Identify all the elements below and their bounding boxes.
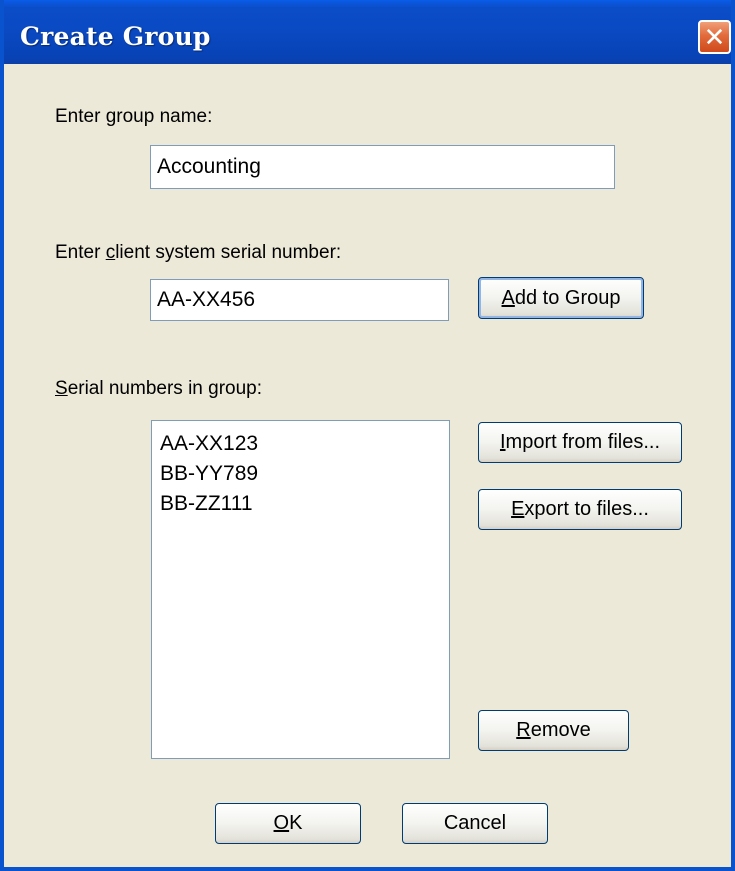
window-title: Create Group xyxy=(20,22,211,51)
serial-number-value: AA-XX456 xyxy=(157,288,256,311)
add-to-group-button[interactable]: Add to Group xyxy=(478,277,644,319)
export-to-files-button[interactable]: Export to files... xyxy=(478,489,682,530)
serial-list-label: Serial numbers in group: xyxy=(55,378,263,399)
serial-number-label-mnemonic: c xyxy=(105,242,116,263)
close-icon: ✕ xyxy=(703,22,726,52)
create-group-dialog: Create Group ✕ Enter group name: Account… xyxy=(0,0,735,871)
serial-number-label: Enter client system serial number: xyxy=(55,242,342,263)
serial-numbers-listbox[interactable]: AA-XX123 BB-YY789 BB-ZZ111 xyxy=(151,420,450,759)
group-name-value: Accounting xyxy=(157,155,261,178)
close-button[interactable]: ✕ xyxy=(698,20,731,54)
group-name-label: Enter group name: xyxy=(55,106,213,127)
group-name-label-mnemonic: g xyxy=(105,106,117,127)
import-from-files-button[interactable]: Import from files... xyxy=(478,422,682,463)
cancel-button[interactable]: Cancel xyxy=(402,803,548,844)
list-item[interactable]: AA-XX123 xyxy=(160,429,449,459)
list-item[interactable]: BB-YY789 xyxy=(160,459,449,489)
serial-number-input[interactable]: AA-XX456 xyxy=(150,279,449,321)
remove-button[interactable]: Remove xyxy=(478,710,629,751)
ok-button[interactable]: OK xyxy=(215,803,361,844)
title-bar[interactable]: Create Group ✕ xyxy=(4,0,731,64)
list-item[interactable]: BB-ZZ111 xyxy=(160,489,449,519)
group-name-input[interactable]: Accounting xyxy=(150,145,615,189)
